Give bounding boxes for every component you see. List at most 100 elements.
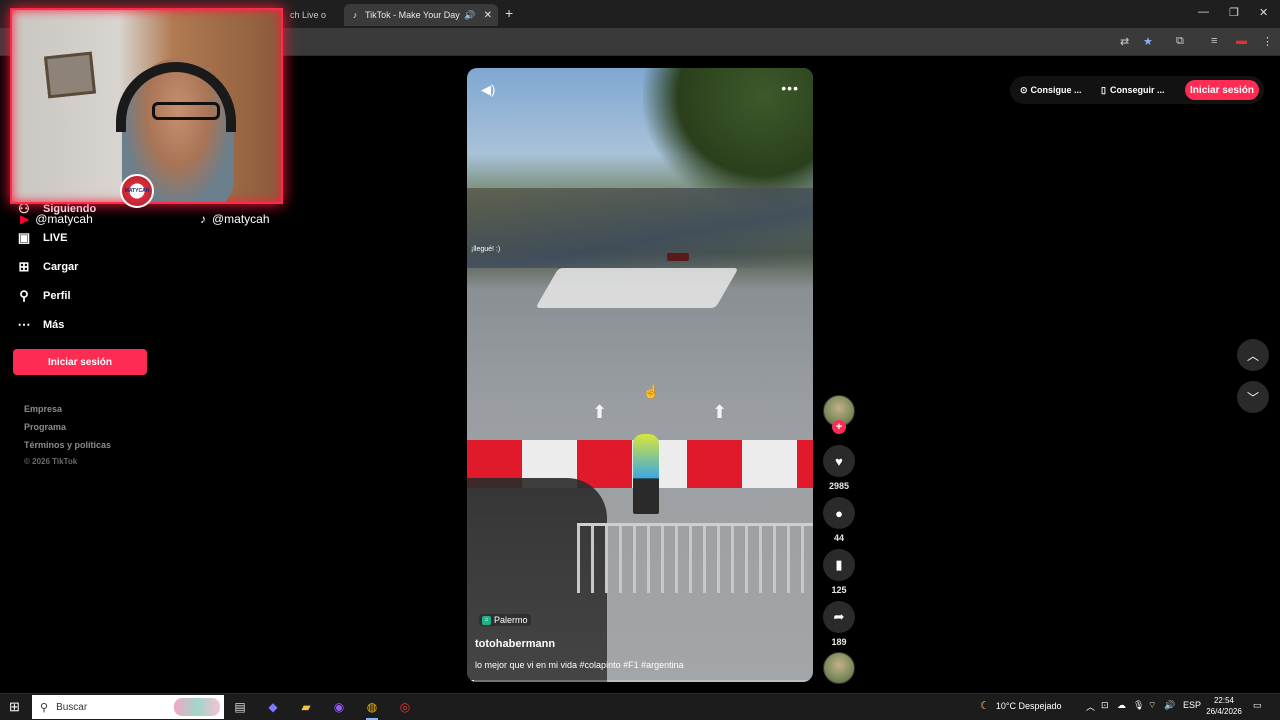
sidebar-item-label: Cargar [43,261,79,273]
track-marshal [633,434,659,514]
video-player[interactable]: ⬆ ⬆ ◀) ••• ¡llegué! :) ⌂ Palermo totohab… [467,68,813,682]
video-progress-bar[interactable] [467,680,813,682]
location-label: Palermo [494,615,528,625]
file-explorer-icon[interactable]: ▰ [296,697,316,717]
tiktok-handle: ♪ @matycah [200,212,270,226]
weather-widget[interactable]: ☾ 10°C Despejado [980,699,1062,712]
comment-button[interactable]: ● [823,497,855,529]
sidebar-item-more[interactable]: ⋯ Más [16,317,65,333]
headphones [116,62,236,132]
badge-text: MATYCAH [124,188,150,194]
sidebar-login-button[interactable]: Iniciar sesión [13,349,147,375]
footer-link-company[interactable]: Empresa [24,404,62,414]
task-view-icon[interactable]: ▤ [230,697,250,717]
video-caption: lo mejor que vi en mi vida #colapinto #F… [475,660,684,670]
footer-link-program[interactable]: Programa [24,422,66,432]
tiktok-favicon-icon: ♪ [352,10,358,20]
tab-tiktok[interactable]: ♪ TikTok - Make Your Day 🔊 ✕ [344,4,498,26]
close-window-button[interactable]: ✕ [1259,6,1268,19]
weather-text: 10°C Despejado [995,700,1062,711]
upload-icon: ⊞ [18,259,30,274]
tray-overflow-icon[interactable]: ︿ [1086,700,1095,713]
obs-icon[interactable]: ◎ [395,697,415,717]
heart-icon: ♥ [835,453,843,469]
windows-start-icon[interactable]: ⊞ [9,699,20,715]
save-button[interactable]: ▮ [823,549,855,581]
microphone-icon[interactable]: 🎙 [1133,700,1144,711]
like-count: 2985 [828,481,850,491]
chrome-icon[interactable]: ◍ [362,697,382,720]
copilot-icon[interactable]: ◆ [263,697,283,717]
coin-icon: ⊙ [1020,84,1028,95]
translate-icon[interactable]: ⇄ [1120,35,1129,48]
speaker-icon[interactable]: 🔊 [1164,700,1175,711]
next-video-button[interactable]: ﹀ [1237,381,1269,413]
extensions-icon[interactable]: ⧉ [1176,35,1184,48]
road-arrow: ⬆ [712,402,728,422]
get-coins-label: Consigue ... [1030,85,1082,95]
more-options-icon[interactable]: ••• [781,80,799,96]
browser-menu-icon[interactable]: ⋮ [1262,35,1273,48]
comment-count: 44 [833,533,844,543]
tab-audio-icon[interactable]: 🔊 [464,10,475,21]
tiktok-handle-text: @matycah [212,212,270,226]
wifi-icon[interactable]: ⌔ [1148,700,1156,711]
restore-button[interactable]: ❐ [1229,6,1239,19]
grandstand-crowd [467,188,813,268]
follow-plus-icon[interactable]: + [832,420,846,434]
cloud-icon[interactable]: ☁ [1117,700,1126,711]
streamer-badge-logo: MATYCAH [120,174,154,208]
notification-icon[interactable]: ▭ [1253,700,1262,711]
taskbar-search[interactable]: ⚲ Buscar [32,695,224,719]
sidebar-item-profile[interactable]: ⚲ Perfil [16,288,70,304]
get-app-button[interactable]: ▯ Conseguir ... [1101,80,1164,100]
phone-icon: ▯ [1101,84,1106,95]
save-count: 125 [831,585,847,595]
glasses [152,102,220,120]
tab-label: ch Live o [290,10,327,20]
search-highlight-image [174,698,220,716]
header-login-button[interactable]: Iniciar sesión [1185,80,1259,100]
profile-flag-icon[interactable]: ▬ [1236,35,1247,47]
tab-label: TikTok - Make Your Day [365,10,460,20]
copyright-text: © 2026 TikTok [24,457,78,466]
discord-icon[interactable]: ◉ [329,697,349,717]
previous-video-button[interactable]: ︿ [1237,339,1269,371]
taskbar-clock[interactable]: 22:54 26/4/2026 [1204,695,1244,717]
new-tab-button[interactable]: + [505,5,513,21]
webcam-overlay [10,8,283,204]
like-button[interactable]: ♥ [823,445,855,477]
tab-twitch[interactable]: ch Live o [284,4,344,26]
language-indicator[interactable]: ESP [1183,700,1201,710]
more-icon: ⋯ [17,317,31,332]
sidebar-item-live[interactable]: ▣ LIVE [16,230,68,246]
sound-disc-avatar[interactable] [823,652,855,684]
clock-time: 22:54 [1213,696,1235,705]
sidebar-item-upload[interactable]: ⊞ Cargar [16,259,79,275]
tiktok-icon: ♪ [200,212,206,226]
bookmark-star-icon[interactable]: ★ [1143,35,1153,48]
get-coins-button[interactable]: ⊙ Consigue ... [1020,80,1082,100]
youtube-handle: ▶ @matycah [20,212,93,226]
media-control-icon[interactable]: ≡ [1211,35,1217,47]
footer-link-terms[interactable]: Términos y políticas [24,440,111,450]
mouse-cursor-icon: ☝ [643,384,660,399]
video-author[interactable]: totohabermann [475,638,555,650]
clock-date: 26/4/2026 [1206,707,1242,716]
minimize-button[interactable]: — [1198,6,1209,18]
video-progress-fill [467,680,474,682]
tab-close-icon[interactable]: ✕ [484,10,492,21]
comment-icon: ● [835,505,843,521]
road-marking [535,268,739,308]
bookmark-icon: ▮ [835,557,843,572]
volume-icon[interactable]: ◀) [481,82,495,98]
fence [577,523,813,593]
location-tag[interactable]: ⌂ Palermo [479,614,531,626]
wall-picture [43,51,97,99]
share-button[interactable]: ➦ [823,601,855,633]
tray-app-icon[interactable]: ⊡ [1101,700,1109,711]
chevron-up-icon: ︿ [1246,348,1259,363]
moon-icon: ☾ [980,700,990,712]
video-text-overlay: ¡llegué! :) [471,246,501,253]
share-count: 189 [831,637,847,647]
